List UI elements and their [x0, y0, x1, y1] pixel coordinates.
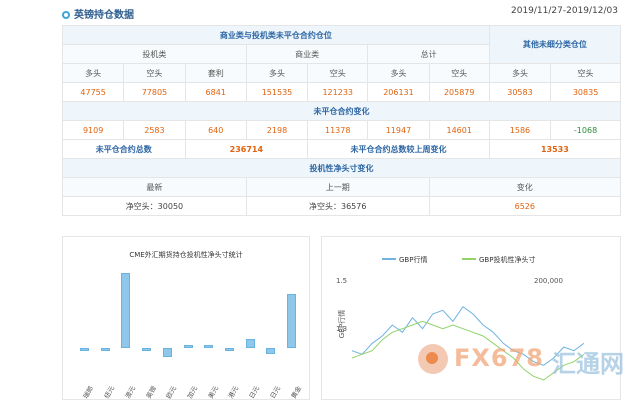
- col-short: 空头: [123, 63, 186, 83]
- x-tick-label: 日元: [268, 384, 283, 400]
- logo-icon: [418, 344, 448, 374]
- x-tick-label: 港元: [227, 384, 241, 400]
- circle-icon: [62, 11, 70, 19]
- bar-chart: [74, 265, 302, 363]
- table-cell: 47755: [61, 82, 125, 102]
- bar[interactable]: [183, 344, 193, 348]
- col-long: 多头: [488, 63, 552, 83]
- net-change: 6526: [428, 196, 622, 216]
- col-short: 空头: [307, 63, 369, 83]
- section-header-positions: 商业类与投机类未平仓合约仓位: [62, 25, 490, 45]
- date-range: 2019/11/27-2019/12/03: [511, 6, 618, 16]
- col-change: 变化: [428, 177, 622, 197]
- table-cell: 151535: [245, 82, 309, 102]
- section-header-other: 其他未细分类仓位: [488, 25, 622, 64]
- total-oi-value: 236714: [184, 139, 309, 159]
- chart-title: CME外汇期货持仓投机性净头寸统计: [129, 251, 243, 259]
- legend-gbp-label: GBP行情: [399, 256, 428, 264]
- table-cell: 206131: [367, 82, 430, 102]
- bar[interactable]: [162, 347, 172, 357]
- page-header: 英镑持仓数据 2019/11/27-2019/12/03: [62, 6, 622, 21]
- table-cell: 11378: [307, 120, 369, 140]
- table-cell: 30835: [550, 82, 621, 102]
- col-short: 空头: [550, 63, 621, 83]
- table-cell: 1586: [488, 120, 552, 140]
- group-spec: 投机类: [62, 44, 247, 64]
- col-long: 多头: [245, 63, 309, 83]
- table-cell: 640: [184, 120, 247, 140]
- col-prev: 上一期: [245, 177, 430, 197]
- x-tick-label: 日元: [247, 384, 262, 400]
- bar[interactable]: [204, 344, 214, 348]
- oi-change-value: 13533: [488, 139, 622, 159]
- x-tick-label: 欧元: [164, 384, 179, 400]
- table-cell: 121233: [307, 82, 369, 102]
- col-short: 空头: [428, 63, 490, 83]
- bar[interactable]: [79, 347, 89, 351]
- x-tick-label: 黄金: [289, 384, 303, 400]
- x-tick-label: 纽元: [102, 384, 117, 400]
- table-cell: -1068: [550, 120, 621, 140]
- group-total: 总计: [367, 44, 490, 64]
- y-axis-label: GBP行情: [338, 309, 347, 339]
- table-row: 47755 77805 6841 151535 121233 206131 20…: [61, 82, 621, 102]
- page-title-text: 英镑持仓数据: [74, 10, 134, 21]
- net-prev: 净空头：36576: [245, 196, 430, 216]
- table-cell: 9109: [61, 120, 125, 140]
- table-row: 净空头：30050 净空头：36576 6526: [62, 196, 622, 216]
- bar[interactable]: [266, 347, 276, 354]
- bar[interactable]: [287, 293, 297, 348]
- bar[interactable]: [224, 347, 234, 351]
- watermark-logo: FX678 汇通网: [418, 342, 628, 382]
- x-tick-label: 瑞郎: [82, 384, 96, 400]
- table-cell: 14601: [428, 120, 490, 140]
- table-cell: 11947: [367, 120, 430, 140]
- table-cell: 205879: [428, 82, 490, 102]
- total-oi-label: 未平仓合约总数: [62, 139, 186, 159]
- watermark-brand: FX678: [454, 344, 544, 372]
- table-cell: 2198: [245, 120, 309, 140]
- page-title: 英镑持仓数据: [62, 6, 134, 21]
- col-long: 多头: [367, 63, 430, 83]
- table-cell: 77805: [123, 82, 186, 102]
- oi-change-label: 未平仓合约总数较上周变化: [307, 139, 490, 159]
- watermark-brand-cn: 汇通网: [552, 350, 624, 378]
- net-latest: 净空头：30050: [62, 196, 247, 216]
- section-header-net: 投机性净头寸变化: [62, 158, 621, 178]
- table-cell: 30583: [488, 82, 552, 102]
- table-row: 9109 2583 640 2198 11378 11947 14601 158…: [61, 120, 621, 140]
- table-cell: 6841: [184, 82, 247, 102]
- legend-net-label: GBP投机性净头寸: [479, 256, 536, 264]
- col-latest: 最新: [62, 177, 247, 197]
- cot-table: 商业类与投机类未平仓合约仓位 其他未细分类仓位 投机类 商业类 总计 多头 空头…: [61, 25, 622, 216]
- x-tick-label: 加元: [185, 384, 200, 400]
- legend-swatch-icon: [462, 258, 476, 260]
- table-cell: 2583: [123, 120, 186, 140]
- col-long: 多头: [61, 63, 125, 83]
- x-tick-label: 澳元: [123, 384, 137, 400]
- x-tick-label: 美元: [206, 384, 220, 400]
- bar[interactable]: [121, 272, 131, 348]
- bar[interactable]: [245, 338, 255, 348]
- legend-gbp[interactable]: GBP行情: [382, 255, 427, 265]
- group-comm: 商业类: [245, 44, 369, 64]
- net-position-chart-panel: CME外汇期货持仓投机性净头寸统计 瑞郎 纽元 澳元 英镑 欧元 加元 美元 港元 日元 日元 黄金: [62, 236, 310, 400]
- legend-net[interactable]: GBP投机性净头寸: [462, 255, 535, 265]
- bar[interactable]: [142, 347, 152, 351]
- section-header-change: 未平仓合约变化: [62, 101, 621, 121]
- col-spread: 套利: [184, 63, 247, 83]
- bar[interactable]: [100, 347, 110, 351]
- legend-swatch-icon: [382, 258, 396, 260]
- x-tick-label: 英镑: [144, 384, 158, 400]
- y-left-tick: 1.5: [336, 277, 348, 285]
